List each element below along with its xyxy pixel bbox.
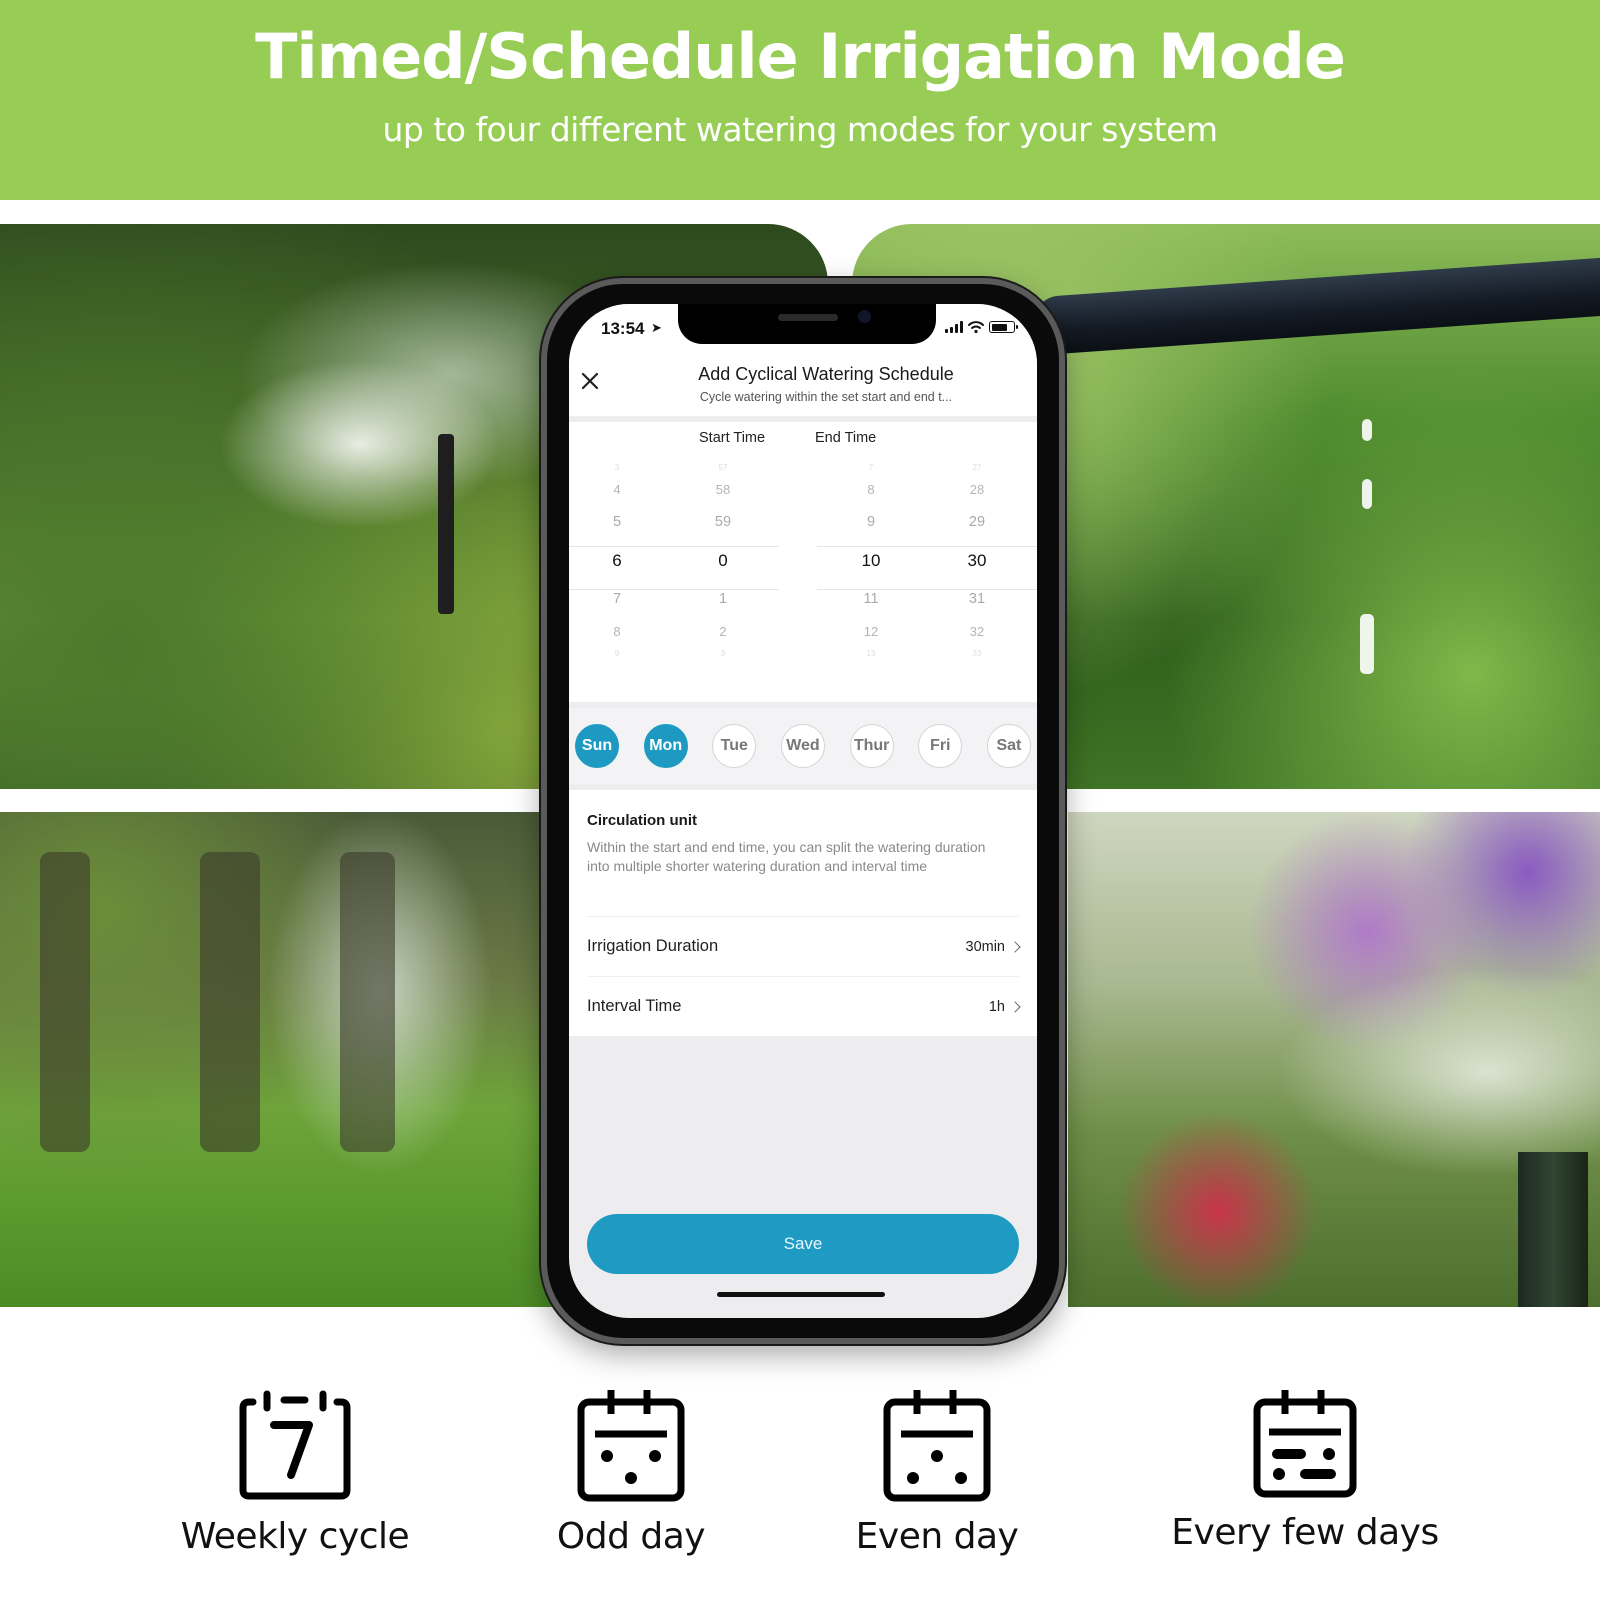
start-minute-selected: 0: [718, 551, 728, 570]
flowerbed-sprinkler-photo-bottom-right: [1068, 812, 1600, 1307]
interval-time-value: 1h: [988, 998, 1021, 1015]
status-icons: [945, 321, 1018, 333]
wheel-value: 4: [613, 482, 621, 497]
start-hour-wheel[interactable]: 3 4 5 6 7 8 9: [577, 462, 657, 660]
calendar-interval-icon: [1253, 1390, 1357, 1498]
time-picker: Start Time End Time 3 4 5 6 7 8 9 57 58 …: [569, 422, 1037, 702]
mode-label: Even day: [855, 1516, 1019, 1557]
calendar-even-icon: [883, 1390, 991, 1502]
chevron-right-icon: [1009, 940, 1021, 953]
wheel-value: 5: [612, 514, 622, 530]
phone-notch: [678, 304, 936, 344]
water-drop: [1362, 479, 1372, 509]
day-toggle-tue[interactable]: Tue: [712, 724, 757, 768]
app-bar: Add Cyclical Watering Schedule Cycle wat…: [569, 360, 1037, 416]
signal-icon: [945, 321, 963, 333]
tree-trunk: [40, 852, 90, 1152]
water-drop: [1362, 419, 1372, 441]
weekday-selector: Sun Mon Tue Wed Thur Fri Sat: [569, 708, 1037, 784]
screen-subtitle: Cycle watering within the set start and …: [699, 390, 953, 404]
wheel-value: 31: [968, 591, 986, 607]
wheel-value: 12: [863, 624, 879, 639]
end-hour-selected: 10: [861, 551, 881, 570]
calendar-seven-icon: [239, 1390, 351, 1500]
wheel-value: 3: [720, 649, 726, 658]
wheel-value: 3: [614, 463, 620, 472]
wheel-value: 29: [968, 514, 986, 530]
page-subtitle: up to four different watering modes for …: [382, 110, 1218, 149]
status-time: 13:54: [601, 319, 645, 338]
interval-time-text: 1h: [988, 998, 1005, 1015]
irrigation-duration-row[interactable]: Irrigation Duration 30min: [587, 916, 1021, 976]
wheel-value: 33: [972, 649, 982, 658]
tree-trunk: [200, 852, 260, 1152]
chevron-right-icon: [1009, 1000, 1021, 1013]
start-minute-wheel[interactable]: 57 58 59 0 1 2 3: [683, 462, 763, 660]
mode-label: Odd day: [556, 1516, 706, 1557]
wheel-value: 57: [718, 463, 728, 472]
circulation-description: Within the start and end time, you can s…: [587, 839, 986, 874]
mode-even-day: Even day: [812, 1390, 1062, 1557]
battery-icon: [989, 321, 1018, 333]
circulation-card: Circulation unit Within the start and en…: [569, 790, 1037, 1036]
mode-every-few-days: Every few days: [1170, 1390, 1440, 1553]
front-camera: [858, 310, 871, 323]
water-drop: [1360, 614, 1374, 674]
save-button[interactable]: Save: [587, 1214, 1019, 1274]
start-hour-selected: 6: [612, 551, 622, 570]
wheel-value: 59: [714, 514, 732, 530]
end-hour-wheel[interactable]: 7 8 9 10 11 12 13: [831, 462, 911, 660]
end-minute-wheel[interactable]: 27 28 29 30 31 32 33: [937, 462, 1017, 660]
location-arrow-icon: ➤: [651, 320, 662, 335]
irrigation-duration-value: 30min: [965, 938, 1021, 955]
wheel-value: 32: [969, 624, 985, 639]
day-toggle-sun[interactable]: Sun: [575, 724, 619, 768]
phone-screen: 13:54 ➤ Add Cyclical Watering Schedule C…: [569, 304, 1037, 1318]
lawn-sprinkler-photo-bottom-left: [0, 812, 560, 1307]
page-title: Timed/Schedule Irrigation Mode: [255, 20, 1346, 93]
mode-weekly-cycle: Weekly cycle: [170, 1390, 420, 1557]
speaker-grille: [778, 314, 838, 321]
screen-title: Add Cyclical Watering Schedule: [698, 364, 954, 384]
header-banner: Timed/Schedule Irrigation Mode up to fou…: [0, 0, 1600, 200]
wheel-value: 28: [969, 482, 985, 497]
drip-pipe: [1030, 254, 1600, 356]
irrigation-duration-label: Irrigation Duration: [587, 937, 719, 955]
mode-odd-day: Odd day: [506, 1390, 756, 1557]
irrigation-duration-text: 30min: [965, 938, 1006, 955]
start-time-label: Start Time: [699, 430, 766, 446]
day-toggle-thur[interactable]: Thur: [849, 724, 894, 768]
wifi-icon: [968, 321, 984, 333]
phone-mockup: 13:54 ➤ Add Cyclical Watering Schedule C…: [541, 278, 1065, 1344]
wheel-value: 7: [868, 463, 874, 472]
end-minute-selected: 30: [967, 551, 987, 570]
popup-sprinkler-head: [1518, 1152, 1588, 1307]
day-toggle-fri[interactable]: Fri: [918, 724, 963, 768]
day-toggle-mon[interactable]: Mon: [643, 724, 688, 768]
wheel-value: 9: [866, 514, 876, 530]
circulation-title: Circulation unit: [587, 812, 697, 829]
calendar-odd-icon: [577, 1390, 685, 1502]
wheel-value: 7: [612, 591, 622, 607]
wheel-value: 9: [614, 649, 620, 658]
day-toggle-wed[interactable]: Wed: [780, 724, 825, 768]
wheel-value: 58: [715, 482, 731, 497]
end-time-label: End Time: [815, 430, 877, 446]
wheel-value: 11: [863, 591, 879, 607]
wheel-value: 8: [613, 624, 621, 639]
wheel-value: 2: [719, 624, 727, 639]
wheel-value: 1: [718, 591, 728, 607]
interval-time-row[interactable]: Interval Time 1h: [587, 976, 1021, 1036]
home-indicator: [717, 1292, 885, 1297]
day-toggle-sat[interactable]: Sat: [986, 724, 1031, 768]
wheel-value: 27: [972, 463, 982, 472]
tree-trunk: [340, 852, 395, 1152]
interval-time-label: Interval Time: [587, 997, 682, 1015]
sprinkler-stake: [438, 434, 454, 614]
wheel-value: 8: [867, 482, 875, 497]
mode-label: Every few days: [1171, 1512, 1439, 1553]
mode-label: Weekly cycle: [180, 1516, 410, 1557]
wheel-value: 13: [866, 649, 876, 658]
